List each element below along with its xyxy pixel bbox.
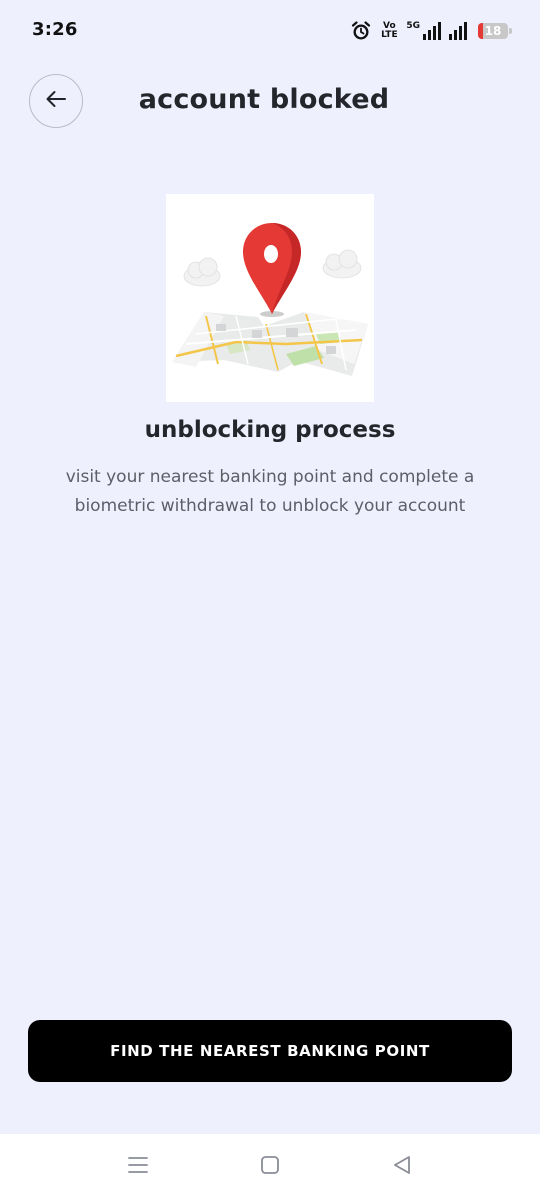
menu-icon [127,1155,149,1179]
volte-bottom: LTE [381,30,398,40]
status-bar: 3:26 Vo LTE 5G 18 [0,0,540,60]
nav-menu-button[interactable] [124,1154,152,1180]
map-pin-illustration [166,194,374,402]
status-time: 3:26 [32,19,78,40]
triangle-back-icon [391,1154,413,1180]
battery-level: 18 [484,24,502,38]
nav-home-button[interactable] [256,1154,284,1180]
signal-bars-icon [422,22,442,40]
status-icons: Vo LTE 5G 18 [350,18,512,44]
square-home-icon [259,1154,281,1180]
find-banking-point-label: FIND THE NEAREST BANKING POINT [110,1042,430,1060]
find-banking-point-button[interactable]: FIND THE NEAREST BANKING POINT [28,1020,512,1082]
system-nav-bar [0,1134,540,1200]
nav-back-button[interactable] [388,1154,416,1180]
signal-bars-icon [448,22,468,40]
battery-icon: 18 [478,23,512,39]
alarm-clock-icon [350,20,372,42]
section-title: unblocking process [144,417,396,443]
network-type: 5G [406,21,420,31]
page-title: account blocked [138,84,390,115]
volte-indicator: Vo LTE [378,22,400,40]
section-description: visit your nearest banking point and com… [65,467,475,516]
